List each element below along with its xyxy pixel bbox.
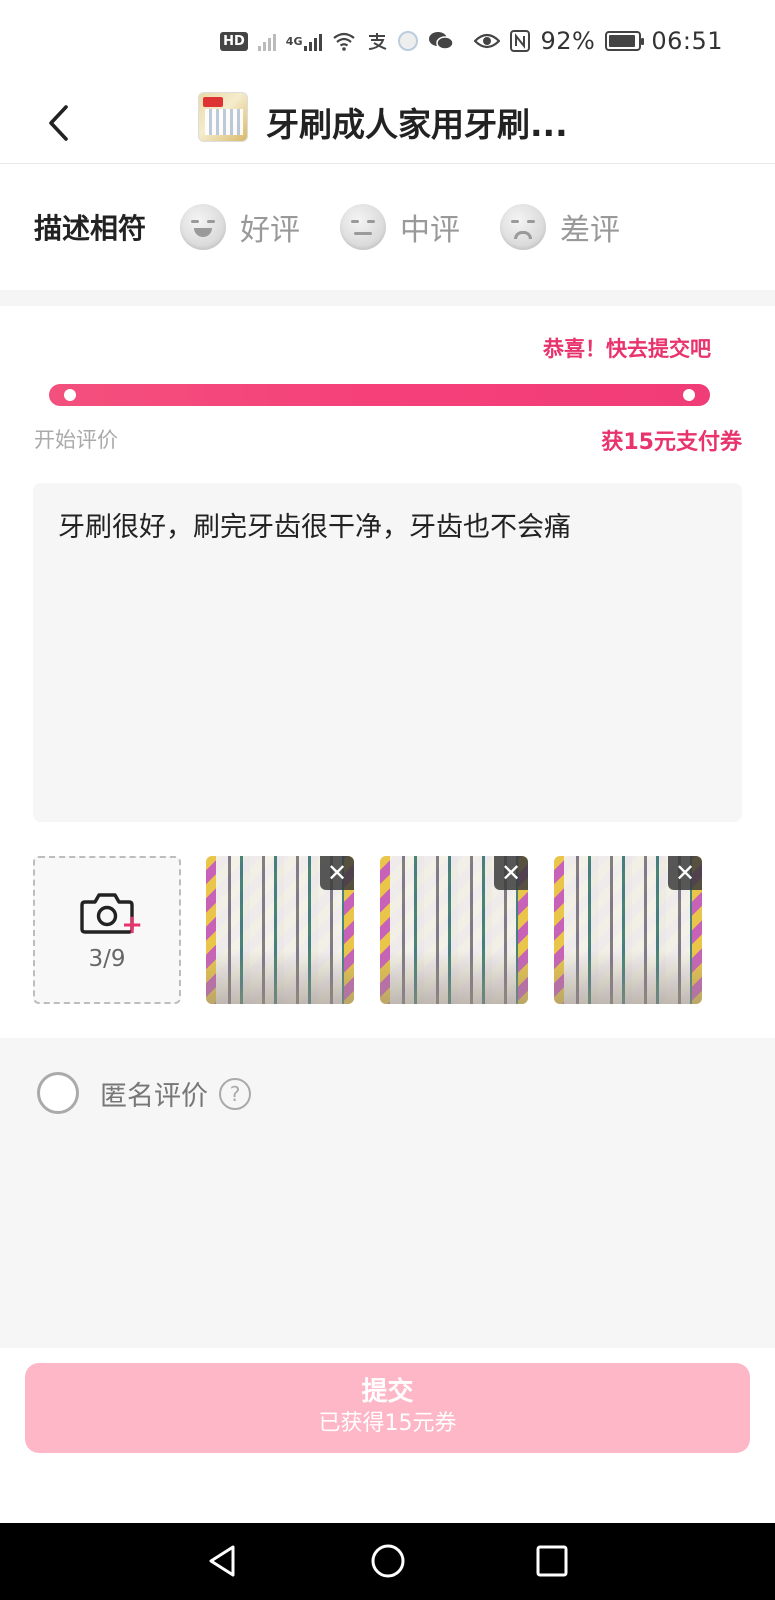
chevron-left-icon	[49, 105, 68, 141]
back-button[interactable]	[36, 98, 82, 148]
app-icon	[398, 31, 419, 51]
anonymous-label[interactable]: 匿名评价	[100, 1074, 208, 1113]
close-icon[interactable]: ✕	[668, 856, 702, 890]
add-photo-button[interactable]: + 3/9	[33, 856, 181, 1004]
help-icon[interactable]: ?	[219, 1078, 251, 1110]
progress-start-dot	[64, 389, 76, 401]
nav-home-icon[interactable]	[370, 1543, 406, 1579]
sad-face-icon	[500, 204, 547, 250]
close-icon[interactable]: ✕	[320, 856, 354, 890]
close-icon[interactable]: ✕	[494, 856, 528, 890]
happy-face-icon	[180, 204, 227, 250]
progress-bar	[49, 384, 710, 406]
rating-option-label: 好评	[240, 213, 301, 248]
progress-start-label: 开始评价	[34, 428, 118, 452]
system-nav-bar	[0, 1523, 775, 1600]
signal-4g-icon: 4G	[286, 31, 323, 51]
hd-icon: HD	[220, 31, 248, 51]
progress-end-dot	[683, 389, 695, 401]
nfc-icon	[510, 30, 531, 52]
submit-sub-label: 已获得15元券	[318, 1411, 457, 1437]
product-thumbnail	[198, 92, 248, 142]
submit-label: 提交	[361, 1377, 414, 1408]
uploaded-photo[interactable]: ✕	[554, 856, 702, 1004]
wifi-icon	[332, 31, 356, 51]
alipay-icon	[366, 31, 388, 51]
rating-row: 描述相符 好评 中评 差评	[0, 164, 775, 290]
camera-add-icon: +	[79, 888, 143, 938]
anonymous-radio[interactable]	[37, 1072, 79, 1114]
section-divider	[0, 290, 775, 306]
nav-recent-icon[interactable]	[534, 1543, 570, 1579]
signal-icon	[257, 31, 276, 51]
wechat-icon	[428, 31, 455, 51]
rating-label: 描述相符	[34, 212, 147, 245]
rating-option-good[interactable]: 好评	[180, 204, 300, 250]
submit-button[interactable]: 提交 已获得15元券	[25, 1363, 750, 1453]
review-textarea[interactable]: 牙刷很好，刷完牙齿很干净，牙齿也不会痛	[33, 483, 742, 822]
status-time: 06:51	[651, 27, 723, 55]
neutral-face-icon	[340, 204, 387, 250]
anonymous-section: 匿名评价 ?	[0, 1038, 775, 1348]
uploaded-photo[interactable]: ✕	[206, 856, 354, 1004]
progress-reward-label: 获15元支付券	[601, 430, 742, 455]
eye-icon	[474, 32, 501, 50]
rating-option-label: 中评	[400, 213, 461, 248]
status-bar: HD 4G 92% 06:51	[0, 0, 775, 82]
page-title: 牙刷成人家用牙刷...	[266, 105, 568, 144]
progress-hint: 恭喜！快去提交吧	[543, 337, 711, 361]
battery-percent: 92%	[540, 27, 596, 55]
rating-option-neutral[interactable]: 中评	[340, 204, 460, 250]
photo-count: 3/9	[88, 946, 126, 972]
uploaded-photo[interactable]: ✕	[380, 856, 528, 1004]
rating-option-bad[interactable]: 差评	[500, 204, 620, 250]
battery-icon	[605, 31, 645, 51]
nav-back-icon[interactable]	[205, 1543, 241, 1579]
header: 牙刷成人家用牙刷...	[0, 82, 775, 164]
rating-option-label: 差评	[560, 213, 621, 248]
